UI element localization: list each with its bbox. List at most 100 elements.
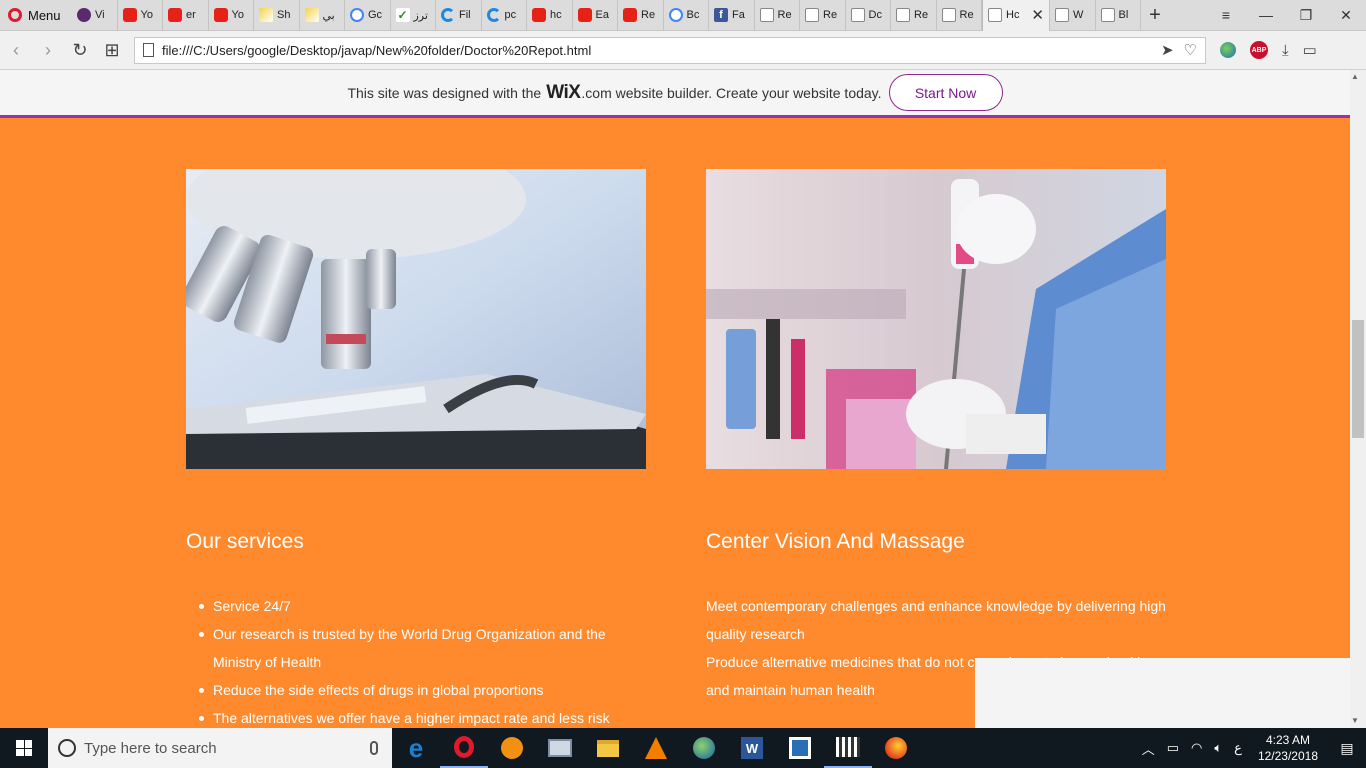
windows-logo-icon	[16, 740, 32, 756]
tab[interactable]: Ea	[573, 0, 618, 31]
tab-label: W	[1073, 9, 1084, 21]
clock[interactable]: 4:23 AM 12/23/2018	[1248, 732, 1328, 764]
language-indicator[interactable]: ع	[1228, 740, 1248, 756]
tab-label: Gc	[368, 9, 383, 21]
volume-icon[interactable]: 🔈︎	[1208, 740, 1228, 756]
tab-label: Ea	[595, 9, 609, 21]
image-icon	[259, 8, 273, 22]
uc-browser-app-icon[interactable]	[488, 728, 536, 768]
scroll-up-arrow-icon[interactable]: ▲	[1351, 72, 1359, 81]
edge-app-icon[interactable]: e	[392, 728, 440, 768]
tab-label: Sh	[277, 9, 291, 21]
wifi-icon[interactable]: ◠	[1185, 740, 1208, 756]
document-icon	[1055, 8, 1069, 22]
tab[interactable]: Re	[800, 0, 846, 31]
list-item: Reduce the side effects of drugs in glob…	[186, 676, 646, 704]
tab[interactable]: er	[163, 0, 209, 31]
tab[interactable]: Fil	[436, 0, 482, 31]
battery-icon[interactable]: ▭	[1303, 41, 1317, 59]
youtube-icon	[213, 8, 228, 22]
reload-button[interactable]: ↻	[64, 40, 96, 61]
tab[interactable]: Vi	[72, 0, 118, 31]
tab-active[interactable]: Hc ✕	[982, 0, 1050, 31]
tab[interactable]: Gc	[345, 0, 391, 31]
services-list: Service 24/7 Our research is trusted by …	[186, 592, 646, 728]
chat-widget-panel[interactable]	[975, 658, 1350, 728]
opera-menu-button[interactable]: Menu	[0, 0, 72, 31]
close-window-button[interactable]: ✕	[1326, 0, 1366, 31]
brackets-app-icon[interactable]	[776, 728, 824, 768]
document-icon	[988, 8, 1002, 22]
tab[interactable]: Dc	[846, 0, 891, 31]
download-icon[interactable]: ⤓	[1282, 42, 1289, 59]
document-icon	[896, 8, 910, 22]
monitor-app-icon[interactable]	[536, 728, 584, 768]
tab-menu-icon[interactable]: ≡	[1206, 0, 1246, 31]
tab-label: Re	[641, 9, 656, 21]
globe-app-icon[interactable]	[680, 728, 728, 768]
tab[interactable]: pc	[482, 0, 527, 31]
scroll-down-arrow-icon[interactable]: ▼	[1351, 716, 1359, 725]
tab[interactable]: Bl	[1096, 0, 1141, 31]
minimize-button[interactable]: —	[1246, 0, 1286, 31]
tab-label: Re	[777, 9, 792, 21]
bookmark-heart-icon[interactable]: ♡	[1184, 41, 1197, 59]
new-tab-button[interactable]: +	[1141, 4, 1169, 27]
start-now-button[interactable]: Start Now	[888, 74, 1003, 111]
tab[interactable]: Yo	[209, 0, 254, 31]
tab[interactable]: hc	[527, 0, 573, 31]
send-icon[interactable]: ➤	[1161, 41, 1174, 59]
tab-label: hc	[550, 9, 562, 21]
scrollbar-thumb[interactable]	[1352, 320, 1364, 438]
microphone-icon[interactable]	[370, 741, 378, 755]
wix-banner-suffix: .com website builder. Create your websit…	[581, 84, 882, 101]
forward-button[interactable]: ›	[32, 40, 64, 61]
windows-taskbar: Type here to search e W ︿ ▭ ◠ 🔈︎ ع 4:23 …	[0, 728, 1366, 768]
file-explorer-icon[interactable]	[584, 728, 632, 768]
opera-logo-icon	[8, 8, 22, 22]
cortana-icon	[58, 739, 76, 757]
youtube-icon	[168, 8, 182, 22]
firefox-app-icon[interactable]	[872, 728, 920, 768]
tab[interactable]: Re	[755, 0, 800, 31]
tab[interactable]: Re	[937, 0, 982, 31]
window-controls: ≡ — ❐ ✕	[1206, 0, 1366, 31]
tab[interactable]: ✓ ترز	[391, 0, 436, 31]
tab-label: بي	[322, 9, 335, 22]
vlc-app-icon[interactable]	[632, 728, 680, 768]
laboratory-pipette-image	[706, 169, 1166, 469]
document-icon	[759, 8, 774, 22]
youtube-icon	[577, 8, 592, 22]
tab[interactable]: Sh	[254, 0, 300, 31]
vpn-globe-icon[interactable]	[1220, 42, 1236, 58]
tab[interactable]: W	[1050, 0, 1096, 31]
notifications-icon[interactable]: ▤	[1328, 740, 1366, 757]
opera-app-icon[interactable]	[440, 728, 488, 768]
network-icon[interactable]: ▭	[1161, 740, 1185, 756]
url-text: file:///C:/Users/google/Desktop/javap/Ne…	[162, 42, 592, 58]
movie-maker-app-icon[interactable]	[824, 728, 872, 768]
image-icon	[304, 8, 319, 22]
clock-date: 12/23/2018	[1257, 749, 1318, 763]
back-button[interactable]: ‹	[0, 40, 32, 61]
tab-label: er	[186, 9, 196, 21]
tab[interactable]: Re	[618, 0, 664, 31]
tab[interactable]: Yo	[118, 0, 163, 31]
microscope-image	[186, 169, 646, 469]
tab-grid-icon[interactable]: ⊞	[96, 40, 128, 61]
taskbar-search-box[interactable]: Type here to search	[48, 728, 392, 768]
close-tab-icon[interactable]: ✕	[1031, 6, 1044, 24]
chevron-up-icon[interactable]: ︿	[1136, 739, 1161, 758]
url-field[interactable]: file:///C:/Users/google/Desktop/javap/Ne…	[134, 36, 1206, 64]
adblock-icon[interactable]: ABP	[1250, 41, 1268, 59]
tab[interactable]: Re	[891, 0, 937, 31]
tab[interactable]: Bc	[664, 0, 709, 31]
restore-button[interactable]: ❐	[1286, 0, 1326, 31]
word-app-icon[interactable]: W	[728, 728, 776, 768]
tab[interactable]: بي	[300, 0, 345, 31]
tab[interactable]: f Fa	[709, 0, 755, 31]
start-button[interactable]	[0, 728, 48, 768]
purple-app-icon	[77, 8, 91, 22]
menu-label: Menu	[28, 7, 61, 23]
clock-time: 4:23 AM	[1265, 733, 1310, 747]
